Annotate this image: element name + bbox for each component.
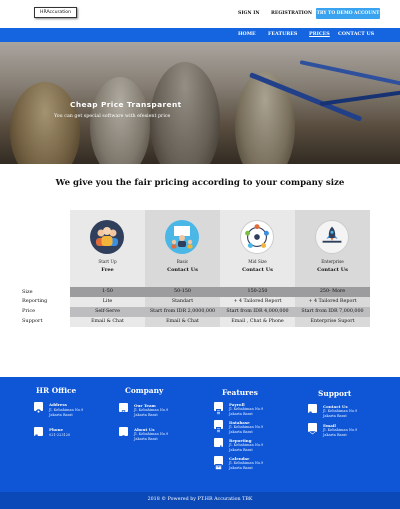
- hero-title: Cheap Price Transparent: [70, 100, 182, 109]
- plan-support: Email & Chat: [166, 319, 199, 324]
- plan-price: Start from IDR 4,000,000: [220, 307, 295, 317]
- footer-about-us-line: Jakarta Barat: [134, 437, 158, 441]
- calendar-icon: [214, 456, 223, 470]
- plan-size: 50-150: [145, 287, 220, 297]
- row-label-size: Size: [22, 289, 33, 295]
- logo[interactable]: HRAccuration: [34, 7, 77, 18]
- nav-features[interactable]: FEATURES: [268, 31, 297, 37]
- footer-feature-line: Jakarta Barat: [229, 412, 253, 416]
- chart-icon: [214, 438, 223, 452]
- plan-mid-size: Mid Size Contact Us 150-250 + 4 Tailored…: [220, 210, 295, 327]
- copyright-text: 2018 © Powered by PT.HR Accuration TBK: [147, 497, 253, 502]
- footer-support-title: Support: [318, 389, 352, 398]
- plan-reporting: + 4 Tailored Report: [308, 299, 357, 304]
- footer-our-team-line: Jl. Kebahiman No.9: [134, 408, 169, 412]
- hero-overlay: [0, 42, 400, 164]
- plan-support: Email , Chat & Phone: [231, 319, 284, 324]
- footer-phone-label: Phone: [49, 427, 64, 432]
- plan-size: 250- More: [295, 287, 370, 297]
- footer-feature-line: Jl. Kebahiman No.9: [229, 443, 264, 447]
- phone-icon: [34, 427, 43, 441]
- document-icon: [214, 420, 223, 434]
- presenter-icon: [165, 220, 199, 254]
- document-icon: [214, 402, 223, 416]
- nav-home[interactable]: HOME: [238, 31, 256, 37]
- plan-name: Basic: [176, 259, 189, 264]
- cloud-icon: [119, 427, 128, 440]
- plan-name: Start Up: [98, 259, 117, 264]
- plan-cta[interactable]: Free: [70, 267, 145, 273]
- footer: HR Office Address Jl. Kebahiman No.9 Jak…: [0, 377, 400, 492]
- plan-reporting: Lite: [102, 299, 113, 304]
- footer-address-line: Jakarta Barat: [49, 413, 73, 417]
- footer-about-us-line: Jl. Kebahiman No.9: [134, 432, 169, 436]
- row-label-reporting: Reporting: [22, 298, 48, 304]
- footer-feature-line: Jakarta Barat: [229, 466, 253, 470]
- row-label-support: Support: [22, 318, 43, 324]
- plan-name: Enterprise: [321, 259, 344, 264]
- plan-enterprise: Enterprise Contact Us 250- More + 4 Tail…: [295, 210, 370, 327]
- footer-email-line: Jakarta Barat: [323, 433, 347, 437]
- plan-cta[interactable]: Contact Us: [295, 267, 370, 273]
- plan-basic: Basic Contact Us 50-150 Standart Start f…: [145, 210, 220, 327]
- plan-price: Self-Serve: [70, 307, 145, 317]
- plan-price: Start from IDR 2,0000,000: [145, 307, 220, 317]
- footer-contact-line: Jl. Kebahiman No.9: [323, 409, 358, 413]
- footer-feature-line: Jakarta Barat: [229, 448, 253, 452]
- hero-subtitle: You can get special software with efesie…: [54, 114, 171, 119]
- footer-feature-line: Jl. Kebahiman No.9: [229, 407, 264, 411]
- top-bar: HRAccuration SIGN IN REGISTRATION TRY TO…: [0, 0, 400, 28]
- mail-icon: [308, 423, 317, 436]
- footer-feature-line: Jl. Kebahiman No.9: [229, 461, 264, 465]
- plan-reporting: Standart: [171, 299, 194, 304]
- footer-email-line: Jl. Kebahiman No.9: [323, 428, 358, 432]
- footer-hr-office-title: HR Office: [36, 386, 77, 395]
- footer-address-label: Address: [49, 402, 67, 407]
- footer-feature-line: Jl. Kebahiman No.9: [229, 425, 264, 429]
- phone-icon: [308, 404, 317, 418]
- footer-company-title: Company: [125, 386, 164, 395]
- nav-prices[interactable]: PRICES: [309, 31, 330, 37]
- network-icon: [240, 220, 274, 254]
- footer-features-title: Features: [222, 388, 258, 397]
- plan-price: Start from IDR 7,000,000: [295, 307, 370, 317]
- registration-link[interactable]: REGISTRATION: [271, 11, 312, 16]
- plan-cta[interactable]: Contact Us: [145, 267, 220, 273]
- sign-in-link[interactable]: SIGN IN: [238, 11, 260, 16]
- plan-size: 150-250: [220, 287, 295, 297]
- demo-account-button[interactable]: TRY TO DEMO ACCOUNT: [316, 8, 380, 19]
- plan-support: Email & Chat: [91, 319, 124, 324]
- plan-name: Mid Size: [248, 259, 267, 264]
- footer-feature-line: Jakarta Barat: [229, 430, 253, 434]
- plan-size: 1-50: [70, 287, 145, 297]
- main-nav: HOME FEATURES PRICES CONTACT US: [0, 28, 400, 42]
- footer-address-line: Jl. Kebahiman No.9: [49, 408, 84, 412]
- row-label-price: Price: [22, 308, 36, 314]
- hero-banner: Cheap Price Transparent You can get spec…: [0, 42, 400, 164]
- plan-startup: Start Up Free 1-50 Lite Self-Serve Email…: [70, 210, 145, 327]
- nav-contact-us[interactable]: CONTACT US: [338, 31, 374, 37]
- footer-our-team-line: Jakarta Barat: [134, 413, 158, 417]
- plan-cta[interactable]: Contact Us: [220, 267, 295, 273]
- location-icon: [34, 402, 43, 416]
- copyright-bar: 2018 © Powered by PT.HR Accuration TBK: [0, 492, 400, 509]
- plan-support: Enterprise Suport: [310, 319, 355, 324]
- footer-contact-line: Jakarta Barat: [323, 414, 347, 418]
- plan-reporting: + 4 Tailored Report: [233, 299, 282, 304]
- briefcase-icon: [119, 403, 128, 417]
- pricing-heading: We give you the fair pricing according t…: [55, 178, 345, 188]
- team-icon: [90, 220, 124, 254]
- footer-phone-number[interactable]: 021-223120: [49, 433, 70, 437]
- rocket-icon: [315, 220, 349, 254]
